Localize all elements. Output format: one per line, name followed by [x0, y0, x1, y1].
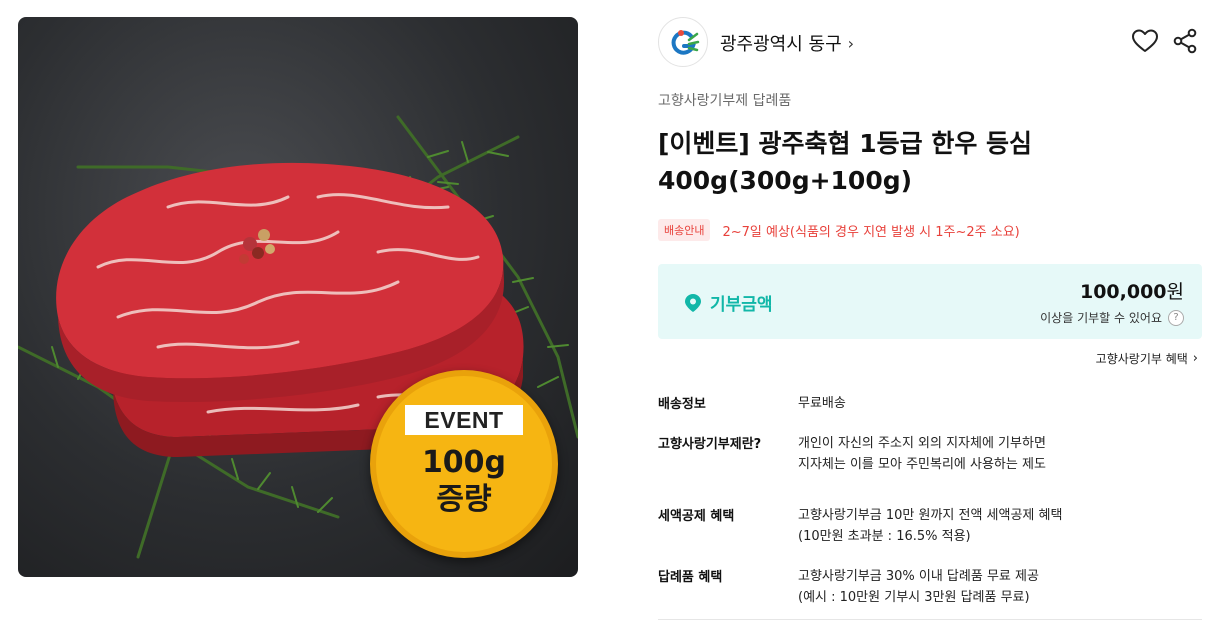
donation-note-text: 이상을 기부할 수 있어요: [1040, 311, 1162, 325]
info-value-line: 지자체는 이를 모아 주민복리에 사용하는 제도: [798, 457, 1046, 472]
info-value-line: 고향사랑기부금 10만 원까지 전액 세액공제 혜택: [798, 508, 1063, 523]
product-info-panel: 광주광역시 동구 › 고향사랑기부제 답례품 [이벤트] 광주축협 1등급 한우…: [658, 0, 1202, 623]
share-icon[interactable]: [1173, 28, 1197, 54]
benefit-link-label: 고향사랑기부 혜택: [1095, 352, 1188, 366]
seller-row: 광주광역시 동구 ›: [658, 17, 1202, 67]
info-table: 배송정보 무료배송 고향사랑기부제란? 개인이 자신의 주소지 외의 지자체에 …: [658, 393, 1202, 623]
info-value: 고향사랑기부금 10만 원까지 전액 세액공제 혜택 (10만원 초과분 : 1…: [798, 505, 1062, 547]
donation-note: 이상을 기부할 수 있어요 ?: [1040, 309, 1184, 326]
info-row-hometown-donation: 고향사랑기부제란? 개인이 자신의 주소지 외의 지자체에 기부하면 지자체는 …: [658, 433, 1202, 505]
product-category: 고향사랑기부제 답례품: [658, 93, 792, 109]
divider: [658, 619, 1202, 620]
info-value: 고향사랑기부금 30% 이내 답례품 무료 제공 (예시 : 10만원 기부시 …: [798, 566, 1039, 608]
info-value-line: 개인이 자신의 주소지 외의 지자체에 기부하면: [798, 436, 1046, 451]
donation-amount-unit: 원: [1166, 281, 1184, 303]
chevron-right-icon: ›: [847, 33, 855, 53]
heart-icon[interactable]: [1132, 29, 1158, 53]
info-row-gift-benefit: 답례품 혜택 고향사랑기부금 30% 이내 답례품 무료 제공 (예시 : 10…: [658, 566, 1202, 623]
info-value: 무료배송: [798, 393, 846, 414]
info-value: 개인이 자신의 주소지 외의 지자체에 기부하면 지자체는 이를 모아 주민복리…: [798, 433, 1046, 475]
event-badge: EVENT 100g 증량: [370, 370, 558, 558]
delivery-tag: 배송안내: [658, 219, 711, 241]
product-title: [이벤트] 광주축협 1등급 한우 등심 400g(300g+100g): [658, 125, 1118, 199]
delivery-estimate: 2~7일 예상(식품의 경우 지연 발생 시 1주~2주 소요): [722, 224, 1020, 240]
info-row-tax-benefit: 세액공제 혜택 고향사랑기부금 10만 원까지 전액 세액공제 혜택 (10만원…: [658, 505, 1202, 566]
chevron-right-icon: ›: [1192, 351, 1198, 366]
info-value-line: (10만원 초과분 : 16.5% 적용): [798, 529, 971, 544]
info-value-line: (예시 : 10만원 기부시 3만원 답례품 무료): [798, 590, 1030, 605]
donation-amount-value: 100,000: [1079, 281, 1167, 303]
info-key: 고향사랑기부제란?: [658, 437, 762, 452]
gwangju-dong-gu-logo-icon: [671, 30, 700, 55]
map-pin-icon: [685, 293, 701, 312]
product-title-line1: [이벤트] 광주축협 1등급 한우 등심: [658, 129, 1033, 158]
event-sub-label: 증량: [436, 482, 492, 517]
product-title-line2: 400g(300g+100g): [658, 166, 913, 195]
seller-name-link[interactable]: 광주광역시 동구 ›: [720, 30, 854, 56]
info-key: 세액공제 혜택: [658, 509, 735, 524]
donation-amount-box: 기부금액 100,000원 이상을 기부할 수 있어요 ?: [658, 264, 1202, 339]
product-image: EVENT 100g 증량: [18, 17, 578, 577]
seller-name: 광주광역시 동구: [720, 34, 842, 55]
info-key: 배송정보: [658, 397, 706, 412]
event-amount: 100g: [421, 445, 507, 480]
info-row-shipping: 배송정보 무료배송: [658, 393, 1202, 433]
donation-amount: 100,000원: [1080, 277, 1184, 304]
benefit-link[interactable]: 고향사랑기부 혜택 ›: [1096, 350, 1198, 367]
delivery-row: 배송안내 2~7일 예상(식품의 경우 지연 발생 시 1주~2주 소요): [658, 219, 1020, 241]
event-label: EVENT: [405, 405, 523, 435]
info-value-line: 고향사랑기부금 30% 이내 답례품 무료 제공: [798, 569, 1039, 584]
info-value-line: 무료배송: [798, 396, 846, 411]
help-icon[interactable]: ?: [1168, 309, 1184, 326]
seller-logo[interactable]: [658, 17, 708, 67]
info-key: 답례품 혜택: [658, 570, 723, 585]
donation-label-group: 기부금액: [684, 290, 773, 315]
donation-label: 기부금액: [710, 295, 773, 315]
